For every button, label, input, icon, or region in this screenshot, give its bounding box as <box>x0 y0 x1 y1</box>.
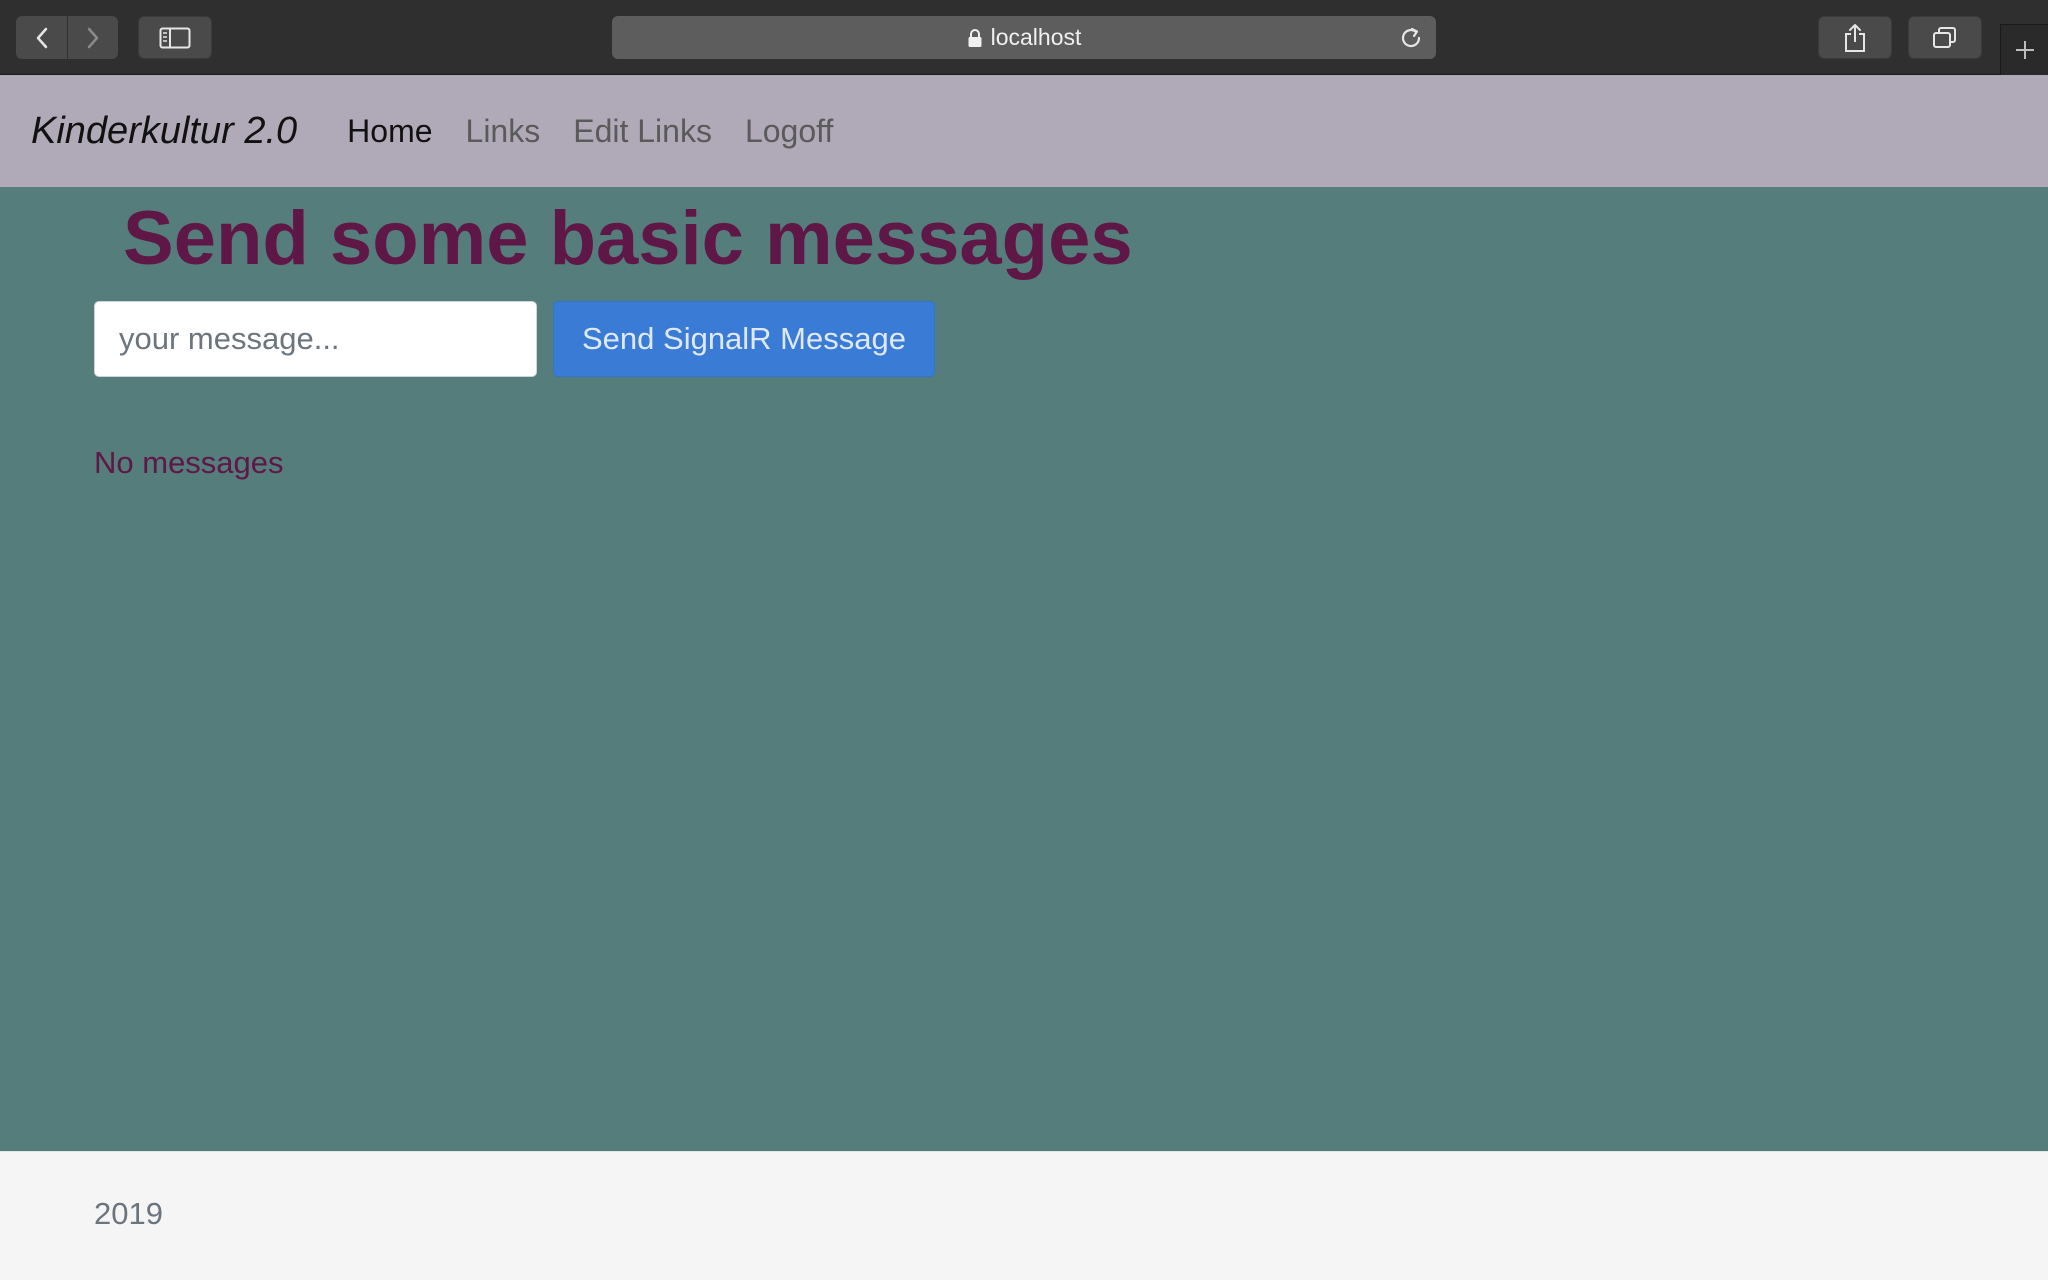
reload-button[interactable] <box>1398 25 1424 51</box>
nav-link-home[interactable]: Home <box>347 113 432 150</box>
address-bar[interactable]: localhost <box>612 16 1436 59</box>
send-message-button[interactable]: Send SignalR Message <box>553 301 935 377</box>
share-button[interactable] <box>1818 16 1892 59</box>
footer-year: 2019 <box>94 1196 163 1231</box>
new-tab-button[interactable] <box>2000 24 2048 75</box>
nav-link-edit-links[interactable]: Edit Links <box>573 113 712 150</box>
reload-icon <box>1401 27 1421 48</box>
forward-icon <box>87 27 99 48</box>
tabs-icon <box>1933 26 1956 48</box>
nav-link-logoff[interactable]: Logoff <box>745 113 833 150</box>
site-navbar: Kinderkultur 2.0 Home Links Edit Links L… <box>0 75 2048 187</box>
message-input[interactable] <box>94 301 537 377</box>
sidebar-icon <box>159 27 191 48</box>
messages-status: No messages <box>94 445 284 480</box>
history-buttons <box>16 16 118 59</box>
tabs-overview-button[interactable] <box>1908 16 1982 59</box>
lock-icon <box>967 28 983 48</box>
forward-button[interactable] <box>67 16 118 59</box>
brand-link[interactable]: Kinderkultur 2.0 <box>31 110 297 153</box>
plus-icon <box>2015 41 2034 59</box>
page-footer: 2019 <box>0 1151 2048 1280</box>
back-icon <box>36 27 47 48</box>
nav-link-links[interactable]: Links <box>466 113 541 150</box>
url-text: localhost <box>990 24 1082 50</box>
sidebar-button[interactable] <box>138 16 212 59</box>
browser-toolbar: localhost <box>0 0 2048 75</box>
share-icon <box>1845 23 1865 52</box>
page-title: Send some basic messages <box>123 196 1133 281</box>
main-content: Send some basic messages Send SignalR Me… <box>0 187 2048 1151</box>
back-button[interactable] <box>16 16 67 59</box>
